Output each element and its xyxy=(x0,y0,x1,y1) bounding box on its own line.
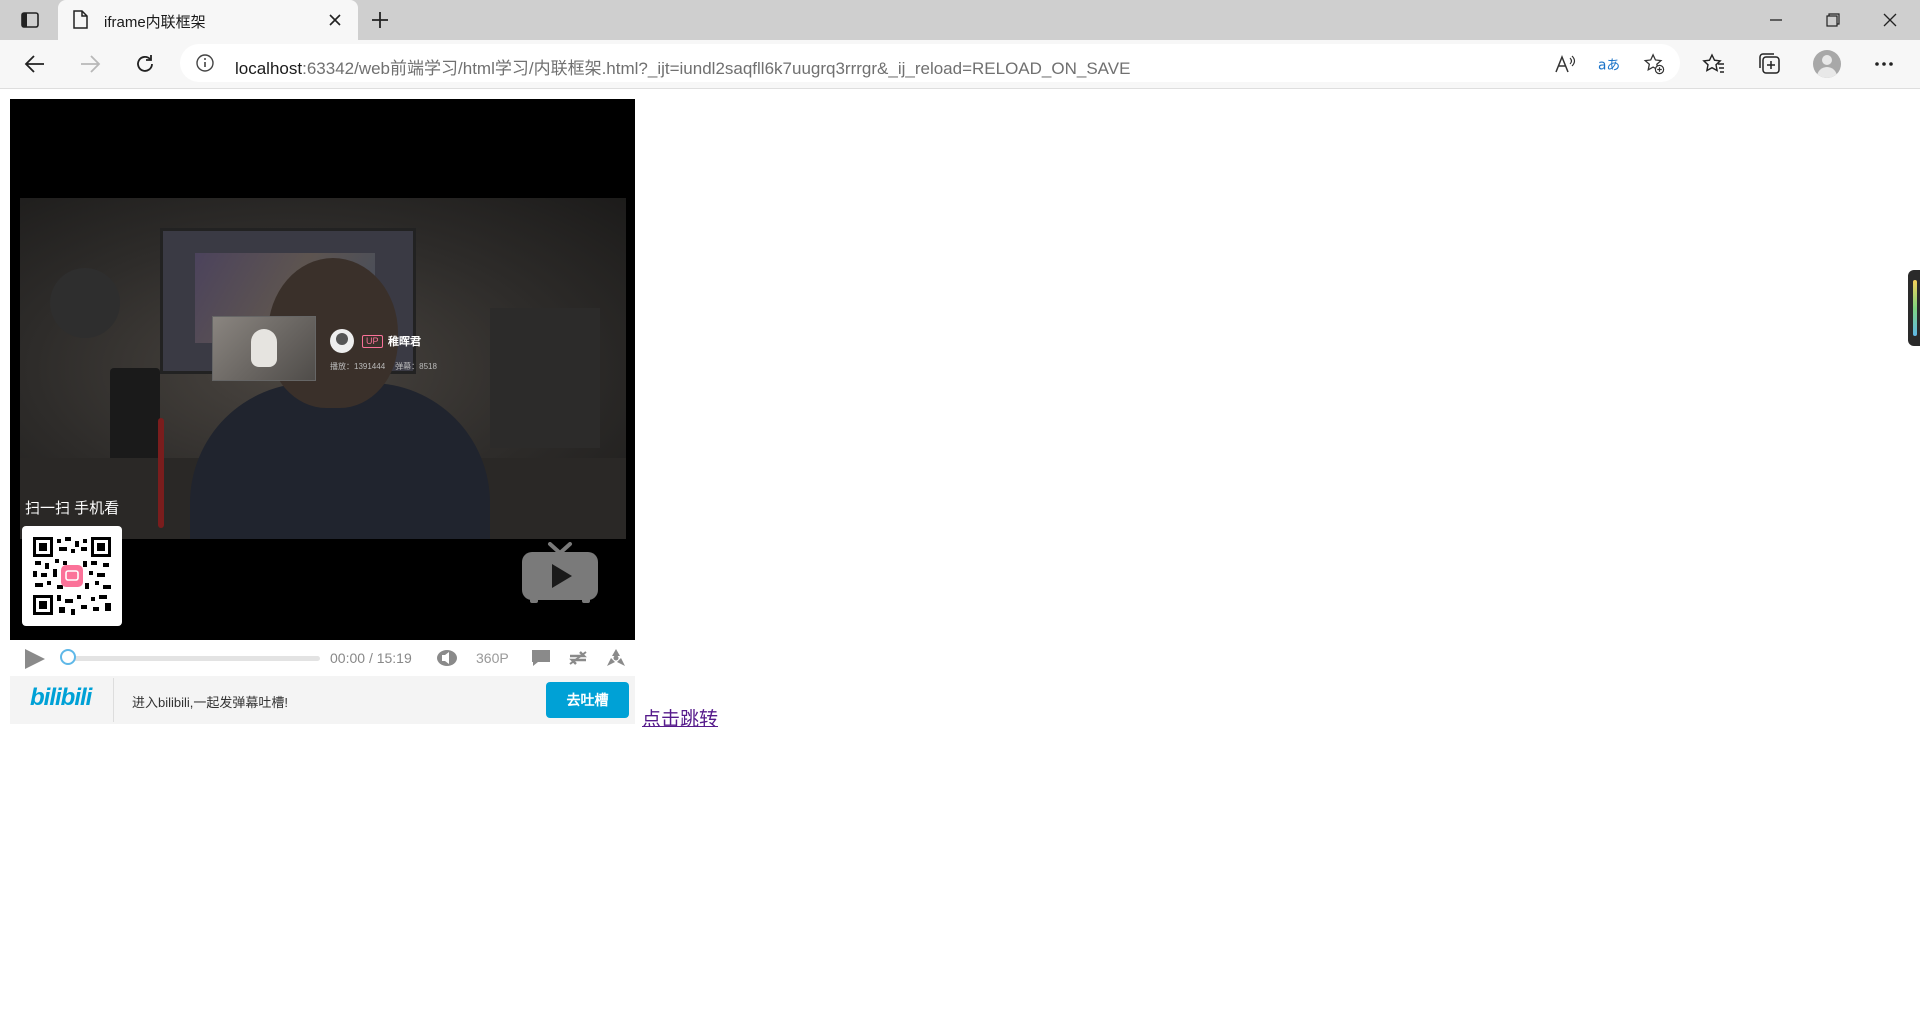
avatar-head xyxy=(1822,55,1832,65)
player-controls: 00:00 / 15:19 360P xyxy=(10,640,635,676)
back-arrow-icon[interactable] xyxy=(21,50,49,78)
progress-bar[interactable] xyxy=(62,656,320,661)
uploader-name[interactable]: 稚晖君 xyxy=(388,333,421,349)
quality-selector[interactable]: 360P xyxy=(476,650,509,666)
play-icon[interactable] xyxy=(22,648,46,675)
close-icon[interactable] xyxy=(326,11,344,29)
volume-icon[interactable] xyxy=(436,648,458,668)
star-add-icon[interactable] xyxy=(1643,53,1665,75)
refresh-icon[interactable] xyxy=(131,50,159,78)
video-scene-lamp xyxy=(50,268,120,338)
address-bar[interactable]: localhost:63342/web前端学习/html学习/内联框架.html… xyxy=(180,44,1680,82)
url-text[interactable]: localhost:63342/web前端学习/html学习/内联框架.html… xyxy=(235,54,1130,79)
bilibili-iframe[interactable]: UP 稚晖君 播放：1391444 弹幕：8518 扫一扫 手机看 xyxy=(10,99,635,724)
translate-icon[interactable]: aあ xyxy=(1598,53,1620,75)
browser-toolbar: localhost:63342/web前端学习/html学习/内联框架.html… xyxy=(0,40,1920,89)
browser-tab[interactable]: iframe内联框架 xyxy=(58,0,358,40)
favorites-icon[interactable] xyxy=(1702,52,1726,76)
uploader-avatar[interactable] xyxy=(330,329,354,353)
qr-code-icon xyxy=(33,537,111,615)
danmaku-toggle-icon[interactable] xyxy=(530,648,552,668)
video-scene-shelf xyxy=(490,308,600,448)
related-video-thumbnail[interactable] xyxy=(212,316,316,381)
bilibili-logo[interactable]: bilibili xyxy=(30,684,92,712)
divider xyxy=(113,678,114,722)
danmaku-count: 弹幕：8518 xyxy=(395,362,437,371)
send-danmaku-button[interactable]: 去吐槽 xyxy=(546,682,629,718)
svg-text:aあ: aあ xyxy=(1598,58,1620,74)
avatar-body xyxy=(1817,67,1837,78)
robot-figure xyxy=(251,329,277,367)
uploader-avatar-face xyxy=(336,333,348,345)
tab-actions-icon[interactable] xyxy=(14,8,46,32)
collections-icon[interactable] xyxy=(1758,52,1782,76)
progress-thumb[interactable] xyxy=(60,649,76,665)
info-icon[interactable] xyxy=(196,54,214,72)
url-path: :63342/web前端学习/html学习/内联框架.html?_ijt=iun… xyxy=(302,59,1131,78)
time-display: 00:00 / 15:19 xyxy=(330,650,412,666)
url-host: localhost xyxy=(235,59,303,78)
play-count: 播放：1391444 xyxy=(330,362,386,371)
video-poster[interactable] xyxy=(20,198,626,539)
video-stats: 播放：1391444 弹幕：8518 xyxy=(330,361,447,372)
restore-icon[interactable] xyxy=(1805,0,1861,40)
profile-avatar[interactable] xyxy=(1813,50,1841,78)
tab-title: iframe内联框架 xyxy=(104,14,206,31)
window-close-icon[interactable] xyxy=(1862,0,1918,40)
sidebar-handle-strip xyxy=(1913,280,1917,336)
read-aloud-icon[interactable] xyxy=(1554,53,1576,75)
video-scene-cable xyxy=(158,418,164,528)
bilibili-tv-icon xyxy=(520,542,600,609)
danmaku-bar: bilibili 进入bilibili,一起发弹幕吐槽! 去吐槽 xyxy=(10,676,635,724)
current-time: 00:00 xyxy=(330,650,366,666)
scan-label: 扫一扫 手机看 xyxy=(25,500,120,517)
time-separator: / xyxy=(368,650,373,666)
sidebar-handle[interactable] xyxy=(1908,270,1920,346)
forward-arrow-icon[interactable] xyxy=(76,50,104,78)
title-bar: iframe内联框架 xyxy=(0,0,1920,40)
page-icon xyxy=(72,10,90,30)
minimize-icon[interactable] xyxy=(1748,0,1804,40)
danmaku-hint: 进入bilibili,一起发弹幕吐槽! xyxy=(132,695,289,710)
more-icon[interactable] xyxy=(1872,52,1896,76)
widescreen-icon[interactable] xyxy=(605,648,627,668)
up-badge: UP xyxy=(362,335,383,348)
qr-code xyxy=(22,526,122,626)
plus-icon[interactable] xyxy=(368,8,392,32)
duration: 15:19 xyxy=(376,650,412,666)
jump-link[interactable]: 点击跳转 xyxy=(642,704,718,731)
video-scene-speaker xyxy=(110,368,160,468)
loop-icon[interactable] xyxy=(567,648,589,668)
